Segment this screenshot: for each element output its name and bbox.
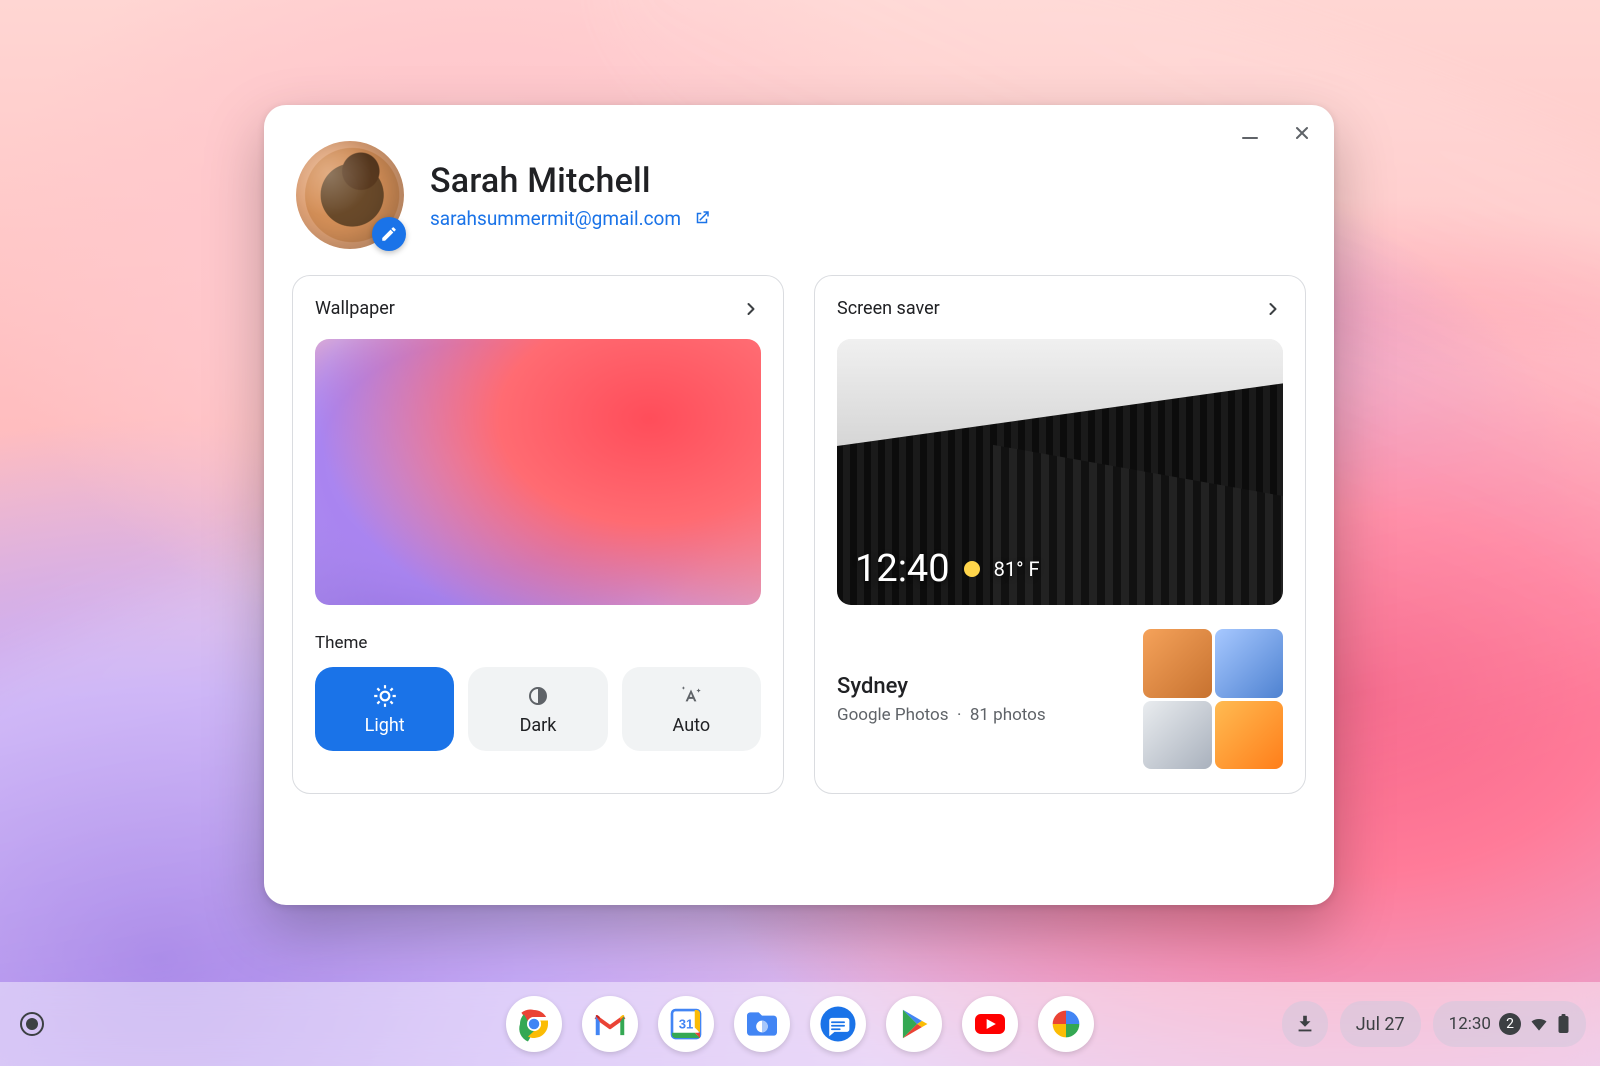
screensaver-time: 12:40	[855, 547, 950, 591]
status-time: 12:30	[1449, 1014, 1491, 1034]
album-thumb	[1143, 701, 1212, 770]
theme-dark-button[interactable]: Dark	[468, 667, 607, 751]
edit-avatar-button[interactable]	[372, 217, 406, 251]
chevron-right-icon	[741, 299, 761, 319]
auto-icon	[678, 683, 704, 709]
calendar-icon[interactable]: 31	[658, 996, 714, 1052]
album-thumbnails[interactable]	[1143, 629, 1283, 769]
photos-icon[interactable]	[1038, 996, 1094, 1052]
minimize-button[interactable]	[1232, 115, 1268, 151]
close-button[interactable]	[1284, 115, 1320, 151]
holding-space-button[interactable]	[1282, 1001, 1328, 1047]
album-thumb	[1215, 629, 1284, 698]
screensaver-section-label: Screen saver	[837, 298, 940, 319]
screensaver-temperature: 81° F	[994, 557, 1040, 581]
download-tray-icon	[1294, 1013, 1316, 1035]
profile-header: Sarah Mitchell sarahsummermit@gmail.com	[296, 141, 1302, 249]
open-in-new-icon[interactable]	[693, 209, 711, 227]
theme-label: Theme	[315, 633, 761, 653]
wallpaper-preview[interactable]	[315, 339, 761, 605]
play-store-icon[interactable]	[886, 996, 942, 1052]
album-title: Sydney	[837, 674, 1046, 699]
close-icon	[1292, 123, 1312, 143]
messages-icon[interactable]	[810, 996, 866, 1052]
files-icon[interactable]	[734, 996, 790, 1052]
personalization-window: Sarah Mitchell sarahsummermit@gmail.com …	[264, 105, 1334, 905]
theme-auto-button[interactable]: Auto	[622, 667, 761, 751]
wallpaper-card: Wallpaper Theme Light Dark	[292, 275, 784, 794]
wifi-icon	[1529, 1014, 1549, 1034]
gmail-icon[interactable]	[582, 996, 638, 1052]
album-thumb	[1143, 629, 1212, 698]
weather-sunny-icon	[964, 561, 980, 577]
chrome-icon[interactable]	[506, 996, 562, 1052]
calendar-pill[interactable]: Jul 27	[1340, 1001, 1421, 1047]
brightness-icon	[372, 683, 398, 709]
shelf-apps: 31	[506, 996, 1094, 1052]
youtube-icon[interactable]	[962, 996, 1018, 1052]
notification-badge: 2	[1499, 1013, 1521, 1035]
wallpaper-section-label: Wallpaper	[315, 298, 395, 319]
battery-icon	[1557, 1014, 1570, 1034]
album-subtitle: Google Photos · 81 photos	[837, 705, 1046, 725]
launcher-button[interactable]	[20, 1012, 44, 1036]
dark-mode-icon	[525, 683, 551, 709]
svg-text:31: 31	[679, 1016, 694, 1031]
theme-light-button[interactable]: Light	[315, 667, 454, 751]
avatar[interactable]	[296, 141, 404, 249]
screensaver-card: Screen saver 12:40 81° F Sydney	[814, 275, 1306, 794]
shelf: 31 Jul 27	[0, 982, 1600, 1066]
screensaver-open-button[interactable]	[1263, 299, 1283, 319]
profile-email-link[interactable]: sarahsummermit@gmail.com	[430, 207, 681, 230]
album-thumb	[1215, 701, 1284, 770]
chevron-right-icon	[1263, 299, 1283, 319]
wallpaper-open-button[interactable]	[741, 299, 761, 319]
pencil-icon	[380, 225, 398, 243]
screensaver-preview[interactable]: 12:40 81° F	[837, 339, 1283, 605]
status-area[interactable]: 12:30 2	[1433, 1001, 1586, 1047]
profile-name: Sarah Mitchell	[430, 161, 711, 201]
